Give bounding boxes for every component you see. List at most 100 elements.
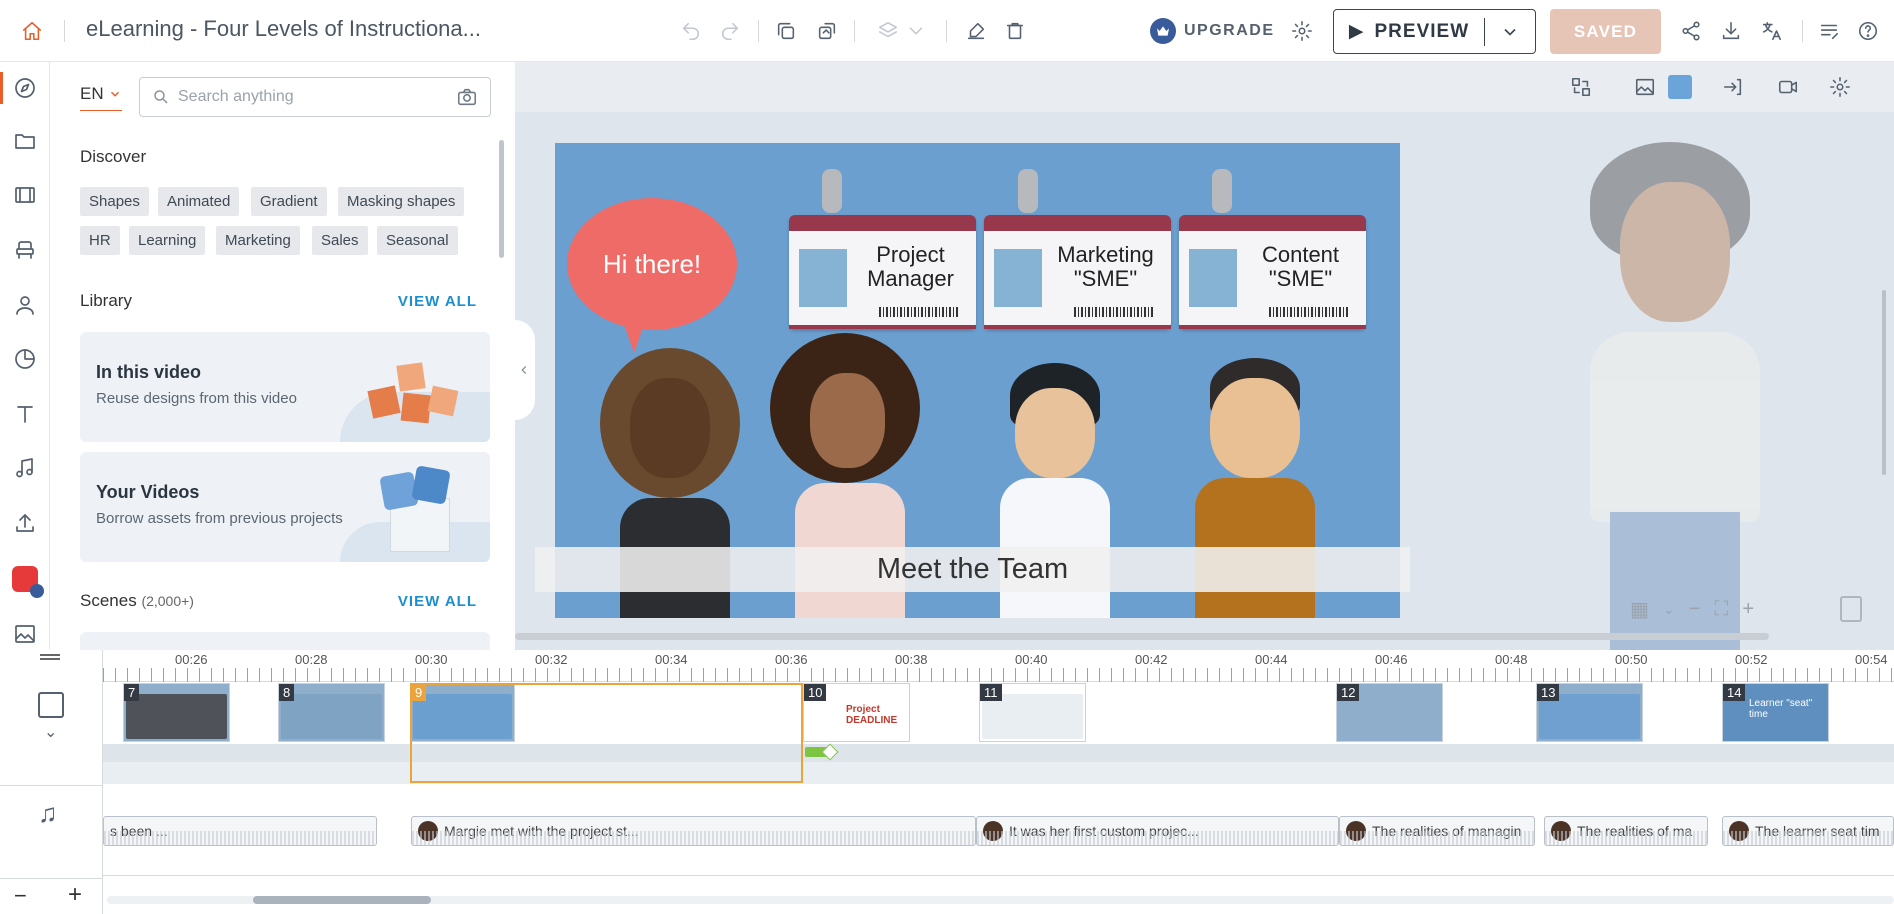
character-icon[interactable] [9,289,41,321]
redo-icon[interactable] [714,15,746,47]
translate-icon[interactable] [1755,15,1787,47]
image-icon[interactable] [9,618,41,650]
brand-app-icon[interactable] [9,563,44,598]
music-icon[interactable] [9,452,41,484]
download-icon[interactable] [1715,15,1747,47]
card-subtitle: Borrow assets from previous projects [96,510,343,527]
stage-vertical-scrollbar[interactable] [1882,290,1886,475]
library-view-all-link[interactable]: VIEW ALL [398,293,477,310]
scenes-view-all-link[interactable]: VIEW ALL [398,593,477,610]
scene-thumb-14[interactable]: Learner "seat" time 14 [1722,683,1829,742]
chip-learning[interactable]: Learning [129,226,206,255]
time-tick: 00:48 [1495,652,1528,667]
chip-masking-shapes[interactable]: Masking shapes [338,187,465,216]
grid-icon[interactable]: ▦ [1630,597,1649,622]
panel-scrollbar[interactable] [499,140,504,258]
preview-dropdown-icon[interactable] [1485,22,1535,42]
home-icon[interactable] [16,15,48,47]
chip-marketing[interactable]: Marketing [216,226,300,255]
fit-screen-icon[interactable]: ⛶ [1714,598,1728,621]
timeline-scrollbar-thumb[interactable] [253,896,431,904]
scene-thumb-8[interactable]: 8 [278,683,385,742]
discover-compass-icon[interactable] [0,72,41,104]
chip-gradient[interactable]: Gradient [251,187,327,216]
scene-thumb-9[interactable]: 9 [410,683,515,742]
chevron-down-icon[interactable]: ⌄ [44,722,57,742]
chart-icon[interactable] [9,343,41,375]
timeline-drag-handle-icon[interactable] [40,654,60,660]
scene-thumb-11[interactable]: 11 [979,683,1086,742]
chevron-down-icon[interactable]: ⌄ [1663,601,1675,618]
preview-button[interactable]: ▶ PREVIEW [1333,9,1536,54]
chair-icon[interactable] [9,234,41,266]
upload-icon[interactable] [9,507,41,539]
name-badge-marketing-sme[interactable]: Marketing "SME" [984,215,1171,329]
asset-panel: EN Discover Shapes Animated Gradient Mas… [50,62,515,650]
settings-gear-icon[interactable] [1286,15,1318,47]
chip-hr[interactable]: HR [80,226,120,255]
audio-clip[interactable]: It was her first custom projec... [976,816,1339,846]
audio-clip[interactable]: s been ... [103,816,377,846]
stage-toolbar [515,62,1894,112]
name-badge-content-sme[interactable]: Content "SME" [1179,215,1366,329]
upgrade-button[interactable]: UPGRADE [1150,17,1275,45]
search-icon [154,90,168,104]
zoom-out-icon[interactable]: − [1689,598,1701,621]
language-selector[interactable]: EN [80,84,122,111]
background-image-icon[interactable] [1629,71,1661,103]
caption-text[interactable]: Meet the Team [535,547,1410,592]
zoom-in-icon[interactable]: + [1742,598,1754,621]
saved-button[interactable]: SAVED [1550,9,1661,54]
scenes-count: (2,000+) [141,593,194,609]
delete-icon[interactable] [999,15,1031,47]
camera-icon[interactable] [456,86,478,108]
scene-thumb-7[interactable]: 7 [123,683,230,742]
audio-clip[interactable]: Margie met with the project st... [411,816,976,846]
help-icon[interactable] [1852,15,1884,47]
timeline-zoom-in-button[interactable]: + [68,881,82,909]
background-color-swatch[interactable] [1668,75,1692,99]
audio-clip[interactable]: The realities of ma [1544,816,1708,846]
project-title[interactable]: eLearning - Four Levels of Instructiona.… [86,16,481,42]
scene-thumb-10[interactable]: Project DEADLINE 10 [803,683,910,742]
duplicate-icon[interactable] [770,15,802,47]
top-bar: eLearning - Four Levels of Instructiona.… [0,0,1894,62]
audio-clip[interactable]: The learner seat tim [1722,816,1894,846]
chip-seasonal[interactable]: Seasonal [377,226,458,255]
text-icon[interactable] [9,398,41,430]
folder-icon[interactable] [9,125,41,157]
scene-sublane [103,744,1894,762]
share-icon[interactable] [1675,15,1707,47]
card-your-videos[interactable]: Your Videos Borrow assets from previous … [80,452,490,562]
scene-track-icon[interactable] [38,692,64,718]
undo-icon[interactable] [675,15,707,47]
time-tick: 00:50 [1615,652,1648,667]
camera-record-icon[interactable] [1772,71,1804,103]
scene-thumb-12[interactable]: 12 [1336,683,1443,742]
copy-style-icon[interactable] [811,15,843,47]
time-tick: 00:46 [1375,652,1408,667]
collapse-panel-button[interactable] [515,320,535,420]
clean-icon[interactable] [960,15,992,47]
swap-icon[interactable] [1565,71,1597,103]
scene-thumb-13[interactable]: 13 [1536,683,1643,742]
chip-sales[interactable]: Sales [312,226,368,255]
chip-animated[interactable]: Animated [158,187,240,216]
notes-icon[interactable] [1813,15,1845,47]
music-track-icon[interactable]: ♫ [38,798,58,829]
audio-clip[interactable]: The realities of managin [1339,816,1535,846]
search-input[interactable] [178,88,448,106]
time-tick: 00:30 [415,652,448,667]
scene-settings-icon[interactable] [1824,71,1856,103]
name-badge-project-manager[interactable]: Project Manager [789,215,976,329]
layout-toggle-icon[interactable] [1840,596,1862,622]
chip-shapes[interactable]: Shapes [80,187,149,216]
speech-bubble[interactable]: Hi there! [567,198,737,330]
card-in-this-video[interactable]: In this video Reuse designs from this vi… [80,332,490,442]
film-icon[interactable] [9,179,41,211]
stage-horizontal-scrollbar[interactable] [515,633,1769,640]
time-tick: 00:36 [775,652,808,667]
timeline-zoom-out-button[interactable]: − [14,883,27,909]
enter-icon[interactable] [1717,71,1749,103]
layers-dropdown-icon[interactable] [900,15,932,47]
